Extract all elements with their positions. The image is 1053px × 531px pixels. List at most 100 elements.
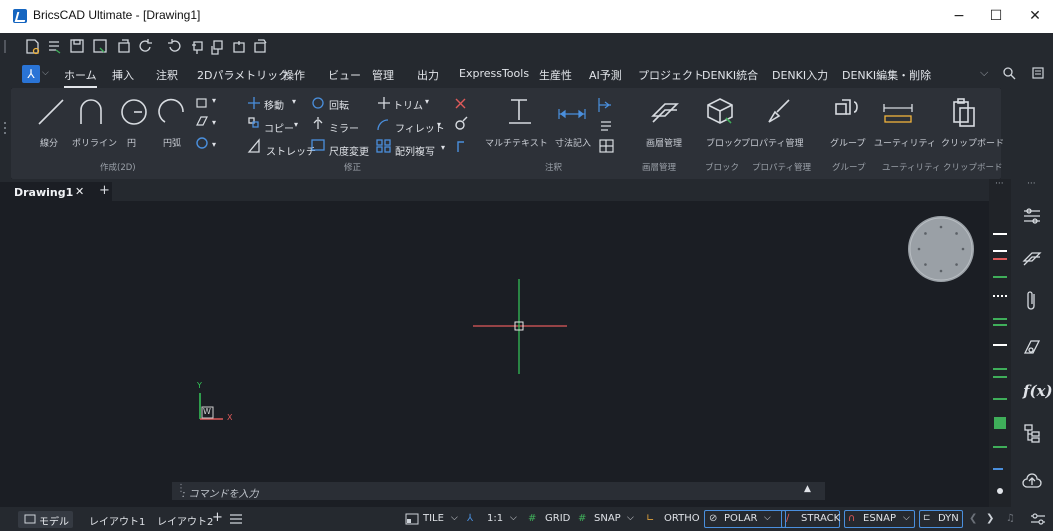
attachments-paperclip-icon[interactable] (1024, 290, 1040, 312)
modify-group-label[interactable]: 修正 (344, 161, 361, 173)
esnap-dropdown-icon[interactable]: ⌵ (903, 513, 910, 523)
groups-group-label[interactable]: グループ (832, 161, 866, 173)
draw-rect-dropdown-icon[interactable]: ▾ (212, 96, 216, 105)
tab-manage[interactable]: 管理 (372, 67, 394, 83)
fillet-dropdown-icon[interactable]: ▾ (437, 120, 441, 129)
drawing-explorer-icon[interactable] (1022, 336, 1042, 356)
add-document-tab-button[interactable]: + (99, 183, 110, 198)
draw-poly-dropdown-icon[interactable]: ▾ (212, 118, 216, 127)
document-tab-close-icon[interactable]: ✕ (75, 185, 84, 198)
command-line[interactable]: ⋮ : コマンドを入力 ▲ (172, 482, 825, 500)
tab-insert[interactable]: 挿入 (112, 67, 134, 83)
annotation-scale-icon[interactable]: ⅄ (467, 513, 473, 524)
layers-label[interactable]: 画層管理 (646, 136, 682, 149)
utilities-group-label[interactable]: ユーティリティ (882, 161, 940, 173)
close-button[interactable]: ✕ (1013, 0, 1053, 33)
polyline-tool-icon[interactable] (75, 96, 107, 128)
clipboard-label[interactable]: クリップボード (941, 136, 1004, 149)
properties-brush-icon[interactable] (763, 98, 795, 128)
properties-label[interactable]: プロパティ管理 (741, 136, 803, 149)
rotate-tool[interactable]: 回転 (329, 97, 349, 112)
document-tab[interactable]: Drawing1 ✕ (0, 182, 112, 201)
copy-dropdown-icon[interactable]: ▾ (294, 120, 298, 129)
tab-operations[interactable]: 操作 (283, 67, 305, 83)
line-tool-icon[interactable] (36, 96, 66, 128)
app-menu-chevron-icon[interactable]: ⌵ (42, 68, 49, 78)
block-icon[interactable] (704, 96, 736, 128)
tile-icon[interactable] (405, 513, 419, 525)
formula-panel-icon[interactable]: f(x) (1023, 382, 1053, 400)
model-tab[interactable]: モデル (18, 511, 73, 528)
tab-denki-input[interactable]: DENKI入力 (772, 67, 828, 83)
tab-project[interactable]: プロジェクト (638, 67, 704, 83)
maximize-button[interactable]: ☐ (974, 0, 1018, 33)
tab-2d-parametric[interactable]: 2Dパラメトリック (197, 67, 289, 83)
trim-dropdown-icon[interactable]: ▾ (425, 97, 429, 106)
dimension-tool-label[interactable]: 寸法記入 (555, 136, 591, 149)
move-dropdown-icon[interactable]: ▾ (292, 97, 296, 106)
tile-dropdown-icon[interactable]: ⌵ (451, 513, 458, 523)
utilities-label[interactable]: ユーティリティ (874, 136, 936, 149)
array-dropdown-icon[interactable]: ▾ (441, 143, 445, 152)
snap-toggle[interactable]: SNAP (594, 513, 621, 524)
polyline-tool-label[interactable]: ポリライン (72, 136, 117, 149)
line-tool-label[interactable]: 線分 (40, 136, 58, 149)
scale-dropdown-icon[interactable]: ⌵ (510, 513, 517, 523)
circle-tool-icon[interactable] (118, 96, 150, 128)
properties-group-label[interactable]: プロパティ管理 (752, 161, 811, 173)
ribbon-collapse-chevron-icon[interactable]: ⌵ (980, 66, 988, 80)
grid-toggle[interactable]: GRID (545, 513, 570, 524)
arc-tool-label[interactable]: 円弧 (163, 136, 181, 149)
layers-icon[interactable] (649, 96, 681, 128)
settings-icon[interactable] (1031, 66, 1045, 80)
status-scroll-left-icon[interactable]: ❮ (969, 513, 977, 524)
annotation-group-label[interactable]: 注釈 (545, 161, 562, 173)
dyn-toggle[interactable]: DYN (938, 513, 959, 524)
block-group-label[interactable]: ブロック (705, 161, 739, 173)
clipboard-group-label[interactable]: クリップボード (943, 161, 1003, 173)
layout-list-icon[interactable] (229, 513, 243, 525)
tab-denki-edit-delete[interactable]: DENKI編集・削除 (842, 67, 931, 83)
tab-annotate[interactable]: 注釈 (156, 67, 178, 83)
mtext-tool-label[interactable]: マルチテキスト (485, 136, 548, 149)
layers-group-label[interactable]: 画層管理 (642, 161, 676, 173)
ribbon-grip[interactable] (0, 88, 11, 179)
group-icon[interactable] (830, 96, 862, 128)
mirror-tool[interactable]: ミラー (329, 120, 359, 135)
annotation-scale[interactable]: 1:1 (487, 513, 503, 524)
array-tool[interactable]: 配列複写 (395, 143, 435, 158)
command-history-up-icon[interactable]: ▲ (804, 484, 811, 494)
panel-more-icon[interactable]: ··· (1027, 179, 1036, 189)
strip-more-icon[interactable]: ··· (995, 179, 1004, 189)
tab-productivity[interactable]: 生産性 (539, 67, 572, 83)
move-tool[interactable]: 移動 (264, 97, 284, 112)
block-label[interactable]: ブロック (706, 136, 742, 149)
tile-toggle[interactable]: TILE (423, 513, 444, 524)
draw-group-label[interactable]: 作成(2D) (100, 161, 136, 173)
stretch-tool[interactable]: ストレッチ (266, 143, 316, 158)
clipboard-icon[interactable] (950, 96, 978, 128)
tab-view[interactable]: ビュー (328, 67, 361, 83)
utilities-measure-icon[interactable] (880, 100, 916, 126)
esnap-toggle[interactable]: ESNAP (863, 513, 896, 524)
layout2-tab[interactable]: レイアウト2 (157, 513, 213, 528)
tab-ai-predict[interactable]: AI予測 (589, 67, 622, 83)
app-menu-button[interactable]: ⅄ (22, 65, 40, 83)
dimension-tool-icon[interactable] (557, 104, 587, 124)
groups-label[interactable]: グループ (830, 136, 865, 149)
cloud-share-icon[interactable] (1022, 471, 1042, 491)
strack-toggle[interactable]: STRACK (801, 513, 840, 524)
arc-tool-icon[interactable] (157, 96, 189, 128)
document-tab-label[interactable]: Drawing1 (14, 186, 73, 199)
tab-output[interactable]: 出力 (417, 67, 439, 83)
properties-panel-icon[interactable] (1022, 206, 1042, 226)
structure-tree-icon[interactable] (1023, 423, 1041, 443)
mtext-tool-icon[interactable] (505, 96, 535, 128)
ortho-toggle[interactable]: ORTHO (664, 513, 700, 524)
status-settings-icon[interactable] (1030, 512, 1046, 526)
command-input[interactable]: : コマンドを入力 (182, 485, 259, 500)
tab-home[interactable]: ホーム (64, 67, 97, 88)
status-scroll-right-icon[interactable]: ❯ (986, 513, 994, 524)
copy-tool[interactable]: コピー (264, 120, 294, 135)
polar-dropdown-icon[interactable]: ⌵ (764, 513, 771, 523)
